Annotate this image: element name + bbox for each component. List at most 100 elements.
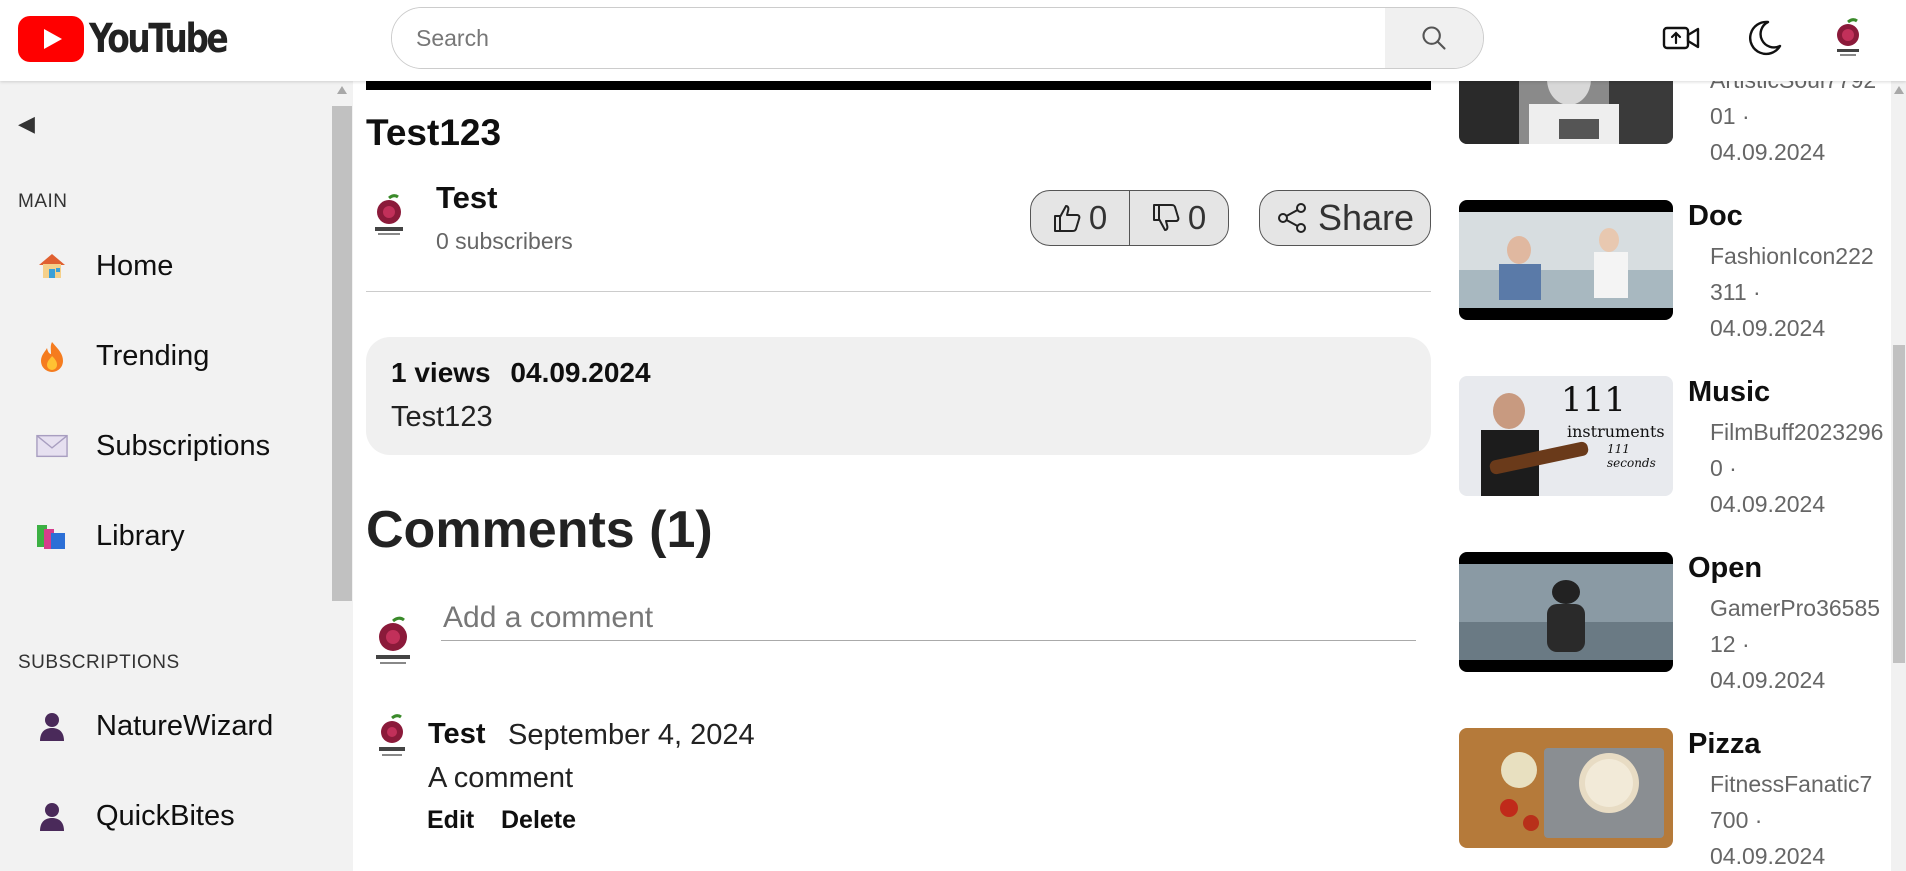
sidebar-item-subscriptions[interactable]: Subscriptions — [36, 421, 270, 471]
dislike-button[interactable]: 0 — [1130, 191, 1228, 245]
video-player[interactable] — [366, 81, 1431, 90]
comment-text: A comment — [428, 762, 574, 794]
related-video-date: 04.09.2024 — [1710, 667, 1826, 693]
share-button[interactable]: Share — [1259, 190, 1431, 246]
edit-comment-button[interactable]: Edit — [427, 806, 474, 835]
related-video[interactable]: Open GamerPro3658512 · 04.09.2024 — [1459, 552, 1889, 722]
upload-date: 04.09.2024 — [510, 357, 651, 388]
search-bar — [391, 7, 1484, 69]
related-video-author: GamerPro3658512 · — [1710, 595, 1881, 657]
sidebar-item-home[interactable]: Home — [36, 241, 173, 291]
logo-text: YouTube — [89, 16, 229, 62]
scroll-up-arrow-icon[interactable] — [1894, 86, 1904, 94]
thumbs-up-icon — [1053, 205, 1081, 232]
thumbnail-text-mid: instruments — [1567, 422, 1665, 441]
sidebar-item-label: Trending — [96, 339, 210, 372]
comments-heading: Comments (1) — [366, 501, 713, 559]
sidebar-section-subscriptions: SUBSCRIPTIONS — [18, 652, 180, 673]
thumbnail-text-small: 111 seconds — [1607, 442, 1656, 470]
related-video-meta: FitnessFanatic7700 · 04.09.2024 — [1710, 766, 1885, 871]
channel-avatar[interactable] — [366, 193, 412, 239]
dark-mode-toggle[interactable] — [1744, 18, 1784, 58]
sidebar-subscription-item[interactable]: QuickBites — [36, 791, 235, 841]
related-video[interactable]: 111 instruments 111 seconds Music FilmBu… — [1459, 376, 1889, 546]
dislike-count: 0 — [1187, 199, 1207, 236]
comment-date: September 4, 2024 — [508, 719, 755, 751]
like-button[interactable]: 0 — [1031, 191, 1129, 245]
related-video-author: FashionIcon222311 · — [1710, 243, 1874, 305]
description-box[interactable]: 1 views 04.09.2024 Test123 — [366, 337, 1431, 455]
video-meta: 1 views 04.09.2024 — [391, 357, 663, 389]
home-icon — [36, 250, 68, 282]
video-thumbnail[interactable] — [1459, 552, 1673, 672]
related-video-title[interactable]: Open — [1688, 552, 1762, 585]
like-dislike-group: 0 0 — [1030, 190, 1229, 246]
pasision-logo-icon — [1837, 18, 1859, 56]
envelope-icon — [36, 430, 68, 462]
youtube-logo[interactable]: YouTube — [18, 16, 256, 62]
related-video-title[interactable]: Music — [1688, 376, 1770, 409]
top-header: YouTube — [0, 0, 1906, 81]
sidebar-section-main: MAIN — [18, 191, 68, 212]
thumbs-down-icon — [1152, 204, 1180, 231]
pasision-logo-icon — [376, 616, 410, 664]
sidebar-item-label: Library — [96, 519, 185, 552]
sidebar-item-label: NatureWizard — [96, 709, 274, 742]
divider — [366, 291, 1431, 292]
upload-video-icon — [1662, 26, 1700, 50]
sidebar-item-trending[interactable]: Trending — [36, 331, 209, 381]
video-thumbnail[interactable] — [1459, 728, 1673, 848]
share-label: Share — [1317, 197, 1415, 238]
related-video-date: 04.09.2024 — [1710, 139, 1826, 165]
related-video-title[interactable]: Doc — [1688, 200, 1743, 233]
related-video-date: 04.09.2024 — [1710, 491, 1826, 517]
related-video-date: 04.09.2024 — [1710, 843, 1826, 869]
upload-video-button[interactable] — [1661, 18, 1701, 58]
user-icon — [36, 710, 68, 742]
search-input[interactable] — [392, 8, 1385, 68]
sidebar-item-label: Home — [96, 249, 174, 282]
sidebar: ◀ MAIN Home Trending Subscriptions Libra… — [0, 81, 331, 871]
search-button[interactable] — [1385, 8, 1483, 68]
play-logo-icon — [18, 16, 84, 62]
sidebar-subscription-item[interactable]: NatureWizard — [36, 701, 273, 751]
sidebar-item-library[interactable]: Library — [36, 511, 185, 561]
video-title: Test123 — [366, 112, 502, 153]
sidebar-scrollbar-thumb[interactable] — [332, 106, 352, 601]
comment-author-avatar[interactable] — [372, 714, 412, 762]
related-video-title[interactable]: Pizza — [1688, 728, 1761, 761]
pasision-logo-icon — [379, 714, 405, 756]
sidebar-item-label: Subscriptions — [96, 429, 271, 462]
account-avatar[interactable] — [1828, 18, 1868, 58]
related-video[interactable]: Pizza FitnessFanatic7700 · 04.09.2024 — [1459, 728, 1889, 871]
add-comment-input[interactable] — [441, 595, 1416, 641]
search-icon — [1422, 26, 1446, 50]
current-user-avatar — [366, 615, 420, 669]
related-video-meta: GamerPro3658512 · 04.09.2024 — [1710, 590, 1885, 698]
books-icon — [36, 520, 68, 552]
related-video-meta: FashionIcon222311 · 04.09.2024 — [1710, 238, 1885, 346]
related-video-author: FilmBuff20232960 · — [1710, 419, 1884, 481]
page-scrollbar-thumb[interactable] — [1893, 345, 1905, 663]
sidebar-item-label: QuickBites — [96, 799, 235, 832]
subscriber-count: 0 subscribers — [436, 228, 573, 254]
channel-name[interactable]: Test — [436, 180, 497, 216]
fire-icon — [36, 340, 68, 372]
video-thumbnail[interactable] — [1459, 200, 1673, 320]
comment-author[interactable]: Test — [428, 718, 485, 751]
thumbnail-text-big: 111 — [1561, 380, 1626, 420]
video-thumbnail[interactable]: 111 instruments 111 seconds — [1459, 376, 1673, 496]
moon-icon — [1749, 20, 1782, 56]
related-video-meta: FilmBuff20232960 · 04.09.2024 — [1710, 414, 1885, 522]
related-video-date: 04.09.2024 — [1710, 315, 1826, 341]
related-video[interactable]: Doc FashionIcon222311 · 04.09.2024 — [1459, 200, 1889, 370]
user-icon — [36, 800, 68, 832]
share-icon — [1277, 203, 1306, 233]
scroll-up-arrow-icon[interactable] — [337, 86, 347, 94]
delete-comment-button[interactable]: Delete — [501, 806, 576, 835]
collapse-sidebar-icon[interactable]: ◀ — [18, 111, 35, 137]
pasision-logo-icon — [375, 194, 403, 235]
related-video-author: FitnessFanatic7700 · — [1710, 771, 1873, 833]
video-description: Test123 — [391, 401, 493, 433]
view-count: 1 views — [391, 357, 491, 388]
